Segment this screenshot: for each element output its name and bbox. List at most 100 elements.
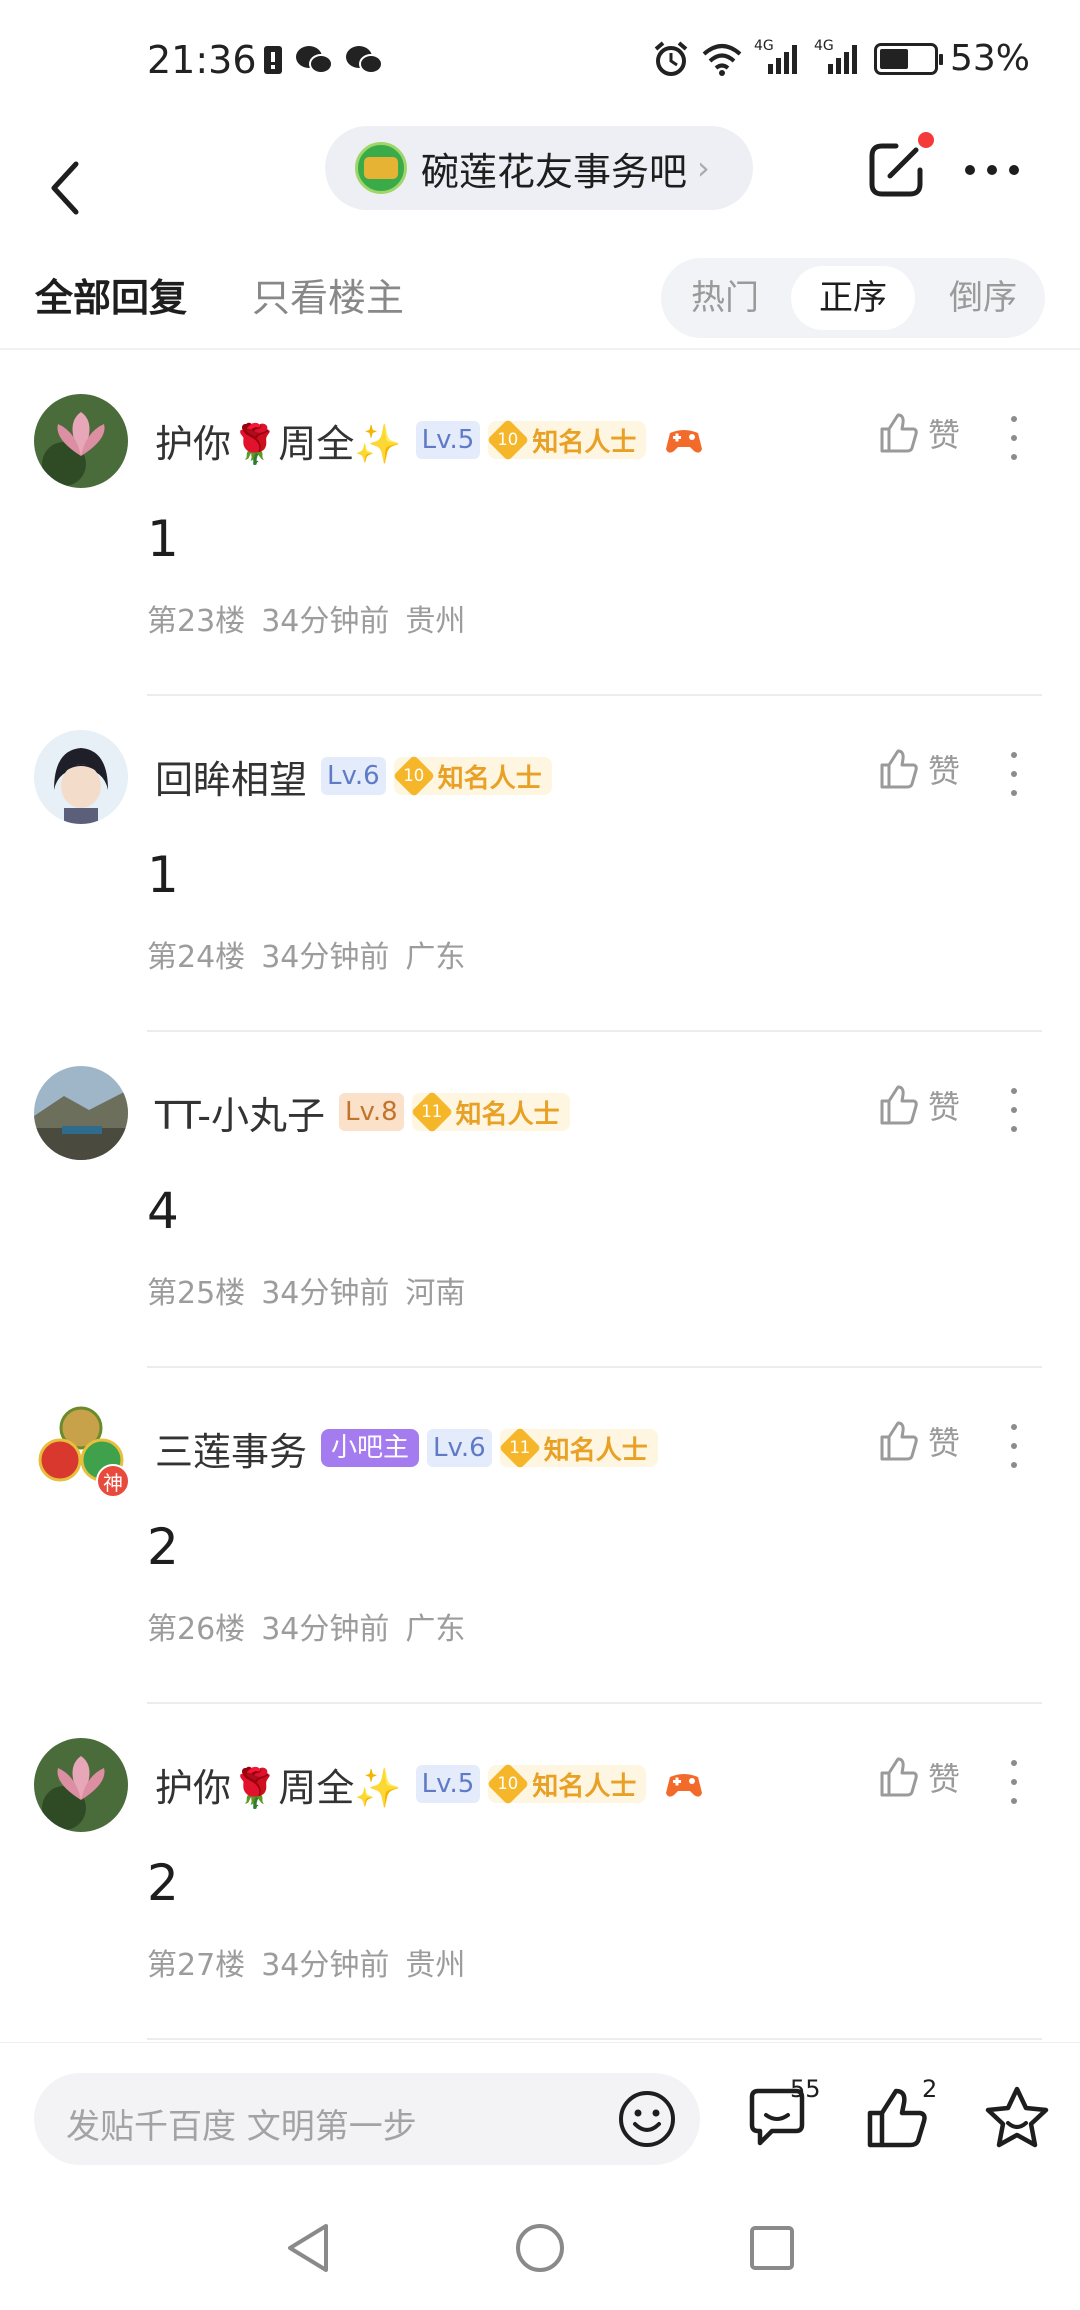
reply-more-button[interactable]: [1008, 1760, 1020, 1804]
reply-item: 护你🌹周全✨ Lv.5 10 知名人士 赞 2 第27楼 34分钟前 贵州: [0, 1704, 1080, 2040]
reply-meta: 第26楼 34分钟前 广东: [147, 1604, 465, 1648]
network-type-label: 4G: [813, 37, 834, 54]
star-icon[interactable]: [982, 2083, 1052, 2153]
badge-text: 知名人士: [543, 1435, 648, 1466]
like-button[interactable]: 赞: [876, 1418, 960, 1464]
forum-avatar: [355, 142, 407, 194]
nav-recents-icon[interactable]: [744, 2220, 800, 2276]
level-badge: Lv.6: [427, 1429, 492, 1467]
comment-input[interactable]: 发贴千百度 文明第一步: [34, 2073, 700, 2165]
avatar[interactable]: [34, 394, 128, 488]
username[interactable]: 回眸相望: [155, 749, 307, 804]
reply-content: 1: [147, 846, 179, 904]
like-button[interactable]: 赞: [876, 1754, 960, 1800]
divider: [147, 2038, 1042, 2040]
reply-content: 2: [147, 1854, 179, 1912]
floor-number: 第26楼: [147, 1612, 246, 1647]
badge-number: 10: [487, 418, 530, 462]
badge-number: 10: [487, 1762, 530, 1806]
reply-content: 1: [147, 510, 179, 568]
bottom-action-bar: 发贴千百度 文明第一步 55 2: [0, 2042, 1080, 2202]
username[interactable]: TT-小丸子: [155, 1085, 325, 1140]
admin-tag: 小吧主: [321, 1429, 420, 1467]
like-count: 2: [922, 2075, 938, 2103]
reply-content: 4: [147, 1182, 179, 1240]
like-label: 赞: [928, 1088, 961, 1126]
network-type-label: 4G: [753, 37, 774, 54]
badge-text: 知名人士: [437, 763, 542, 794]
level-badge: Lv.8: [338, 1093, 404, 1131]
title-badge: 11 知名人士: [498, 1426, 658, 1470]
user-info: 护你🌹周全✨ Lv.5 10 知名人士: [155, 414, 704, 466]
user-info: 回眸相望 Lv.6 10 知名人士: [155, 750, 552, 802]
battery-fill: [879, 48, 908, 69]
cellular-signal-icon: 4G: [814, 38, 862, 76]
like-button[interactable]: 赞: [876, 746, 960, 792]
username[interactable]: 护你🌹周全✨: [155, 413, 402, 468]
wifi-icon: [702, 43, 742, 76]
reply-time: 34分钟前: [261, 940, 390, 975]
nav-back-icon[interactable]: [280, 2220, 336, 2276]
like-button[interactable]: 赞: [876, 410, 960, 456]
title-badge: 10 知名人士: [487, 418, 647, 462]
gamepad-icon: [666, 430, 703, 453]
emoji-icon[interactable]: [617, 2089, 677, 2149]
reply-more-button[interactable]: [1008, 752, 1020, 796]
tabs-divider: [0, 348, 1080, 350]
like-button[interactable]: 赞: [876, 1082, 960, 1128]
username[interactable]: 三莲事务: [155, 1421, 307, 1476]
tab-all-replies[interactable]: 全部回复: [35, 267, 187, 322]
thumbs-up-icon: [880, 1421, 918, 1461]
more-options-button[interactable]: [956, 160, 1028, 180]
chevron-left-icon: [51, 161, 79, 215]
notification-dot: [918, 132, 934, 148]
thumbs-up-icon: [880, 1085, 918, 1125]
notification-icons: [262, 44, 384, 76]
tab-owner-only[interactable]: 只看楼主: [252, 267, 404, 322]
chevron-right-icon: ›: [697, 149, 710, 187]
user-info: 三莲事务 小吧主 Lv.6 11 知名人士: [155, 1422, 658, 1474]
badge-text: 知名人士: [532, 1771, 637, 1802]
avatar[interactable]: [34, 1066, 128, 1160]
forum-name: 碗莲花友事务吧: [421, 149, 688, 194]
like-label: 赞: [928, 1424, 961, 1462]
floor-number: 第27楼: [147, 1948, 246, 1983]
avatar[interactable]: 神: [34, 1402, 130, 1498]
sort-descending-button[interactable]: 倒序: [923, 266, 1043, 330]
wechat-icon: [346, 46, 383, 74]
status-bar: 21:36 4G 4G 53%: [0, 0, 1080, 120]
reply-item: 神 三莲事务 小吧主 Lv.6 11 知名人士 赞 2 第26楼 34分钟前 广…: [0, 1368, 1080, 1704]
sort-ascending-button[interactable]: 正序: [791, 266, 915, 330]
badge-text: 知名人士: [455, 1099, 560, 1130]
reply-more-button[interactable]: [1008, 1424, 1020, 1468]
forum-link[interactable]: 碗莲花友事务吧 ›: [325, 126, 753, 210]
reply-more-button[interactable]: [1008, 416, 1020, 460]
thumbs-up-icon: [880, 749, 918, 789]
reply-item: TT-小丸子 Lv.8 11 知名人士 赞 4 第25楼 34分钟前 河南: [0, 1032, 1080, 1368]
floor-number: 第25楼: [147, 1276, 246, 1311]
thumbs-up-icon: [880, 1757, 918, 1797]
reply-time: 34分钟前: [261, 1276, 390, 1311]
avatar[interactable]: [34, 1738, 128, 1832]
reply-content: 2: [147, 1518, 179, 1576]
floor-number: 第23楼: [147, 604, 246, 639]
battery-percent: 53%: [949, 38, 1030, 79]
battery-icon: [873, 42, 943, 75]
cellular-signal-icon: 4G: [754, 38, 802, 76]
reply-more-button[interactable]: [1008, 1088, 1020, 1132]
title-badge: 10 知名人士: [392, 754, 552, 798]
nav-home-icon[interactable]: [512, 2220, 568, 2276]
badge-number: 11: [498, 1426, 541, 1470]
edit-post-icon[interactable]: [866, 140, 926, 200]
user-info: 护你🌹周全✨ Lv.5 10 知名人士: [155, 1758, 704, 1810]
back-button[interactable]: [38, 140, 90, 236]
comment-placeholder: 发贴千百度 文明第一步: [66, 2107, 417, 2147]
avatar[interactable]: [34, 730, 128, 824]
status-time: 21:36: [147, 38, 257, 82]
username[interactable]: 护你🌹周全✨: [155, 1757, 402, 1812]
wechat-icon: [296, 46, 333, 74]
reply-tabs: 全部回复 只看楼主 热门 正序 倒序: [0, 255, 1080, 355]
comment-count: 55: [790, 2075, 821, 2103]
sort-hot-button[interactable]: 热门: [665, 266, 785, 330]
like-label: 赞: [928, 1760, 961, 1798]
